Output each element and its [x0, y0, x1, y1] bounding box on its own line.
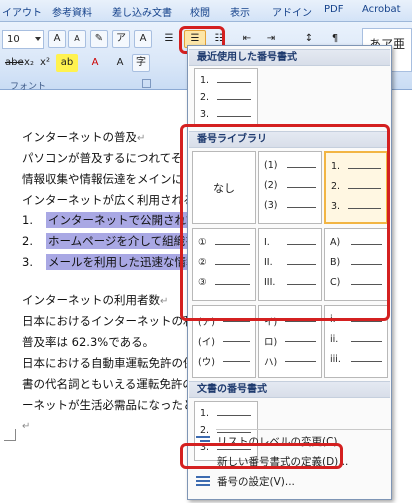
recent-format-cell[interactable]: 1. 2. 3. — [194, 68, 258, 126]
font-color-button[interactable]: A — [84, 54, 106, 72]
tab-pdf[interactable]: PDF — [324, 4, 343, 15]
doc-line: ↵ — [22, 421, 31, 432]
font-size-value: 10 — [7, 34, 20, 45]
shading-button[interactable]: A — [112, 54, 128, 72]
bullets-button[interactable]: ☰ — [160, 30, 178, 48]
strikethrough-icon: abe — [5, 57, 24, 68]
doc-line: 普及率は 62.3%である。 — [22, 335, 155, 349]
indent-icon: ⇥ — [266, 33, 276, 44]
tab-acrobat[interactable]: Acrobat — [362, 4, 401, 15]
border-a-icon: A — [139, 33, 147, 44]
doc-line: 書の代名詞ともいえる運転免許の — [22, 377, 194, 391]
font-size-select[interactable]: 10 — [2, 30, 44, 49]
doc-line: 情報収集や情報伝達をメインに — [22, 172, 183, 186]
list-number: 2. — [22, 234, 33, 248]
doc-line: インターネットが広く利用される — [22, 193, 195, 207]
clear-format-button[interactable]: ✎ — [90, 30, 108, 48]
char-border-button[interactable]: A — [134, 30, 152, 48]
ribbon-tab-bar: イアウト 参考資料 差し込み文書 校閲 表示 アドイン PDF Acrobat — [0, 0, 412, 22]
set-numbering-value-label: 番号の設定(V)... — [217, 476, 295, 488]
tab-view[interactable]: 表示 — [230, 4, 250, 19]
grow-font-icon: A — [53, 33, 61, 44]
sort-icon: ↕ — [304, 33, 314, 44]
list-number: 3. — [22, 255, 33, 269]
font-dialog-launcher[interactable] — [142, 79, 151, 88]
recent-formats-header: 最近使用した番号書式 — [189, 49, 390, 66]
char-shading-button[interactable]: 字 — [132, 54, 150, 72]
paragraph-mark-icon: ¶ — [331, 33, 339, 44]
font-color-icon: A — [91, 57, 99, 68]
outdent-icon: ⇤ — [242, 33, 252, 44]
tab-references[interactable]: 参考資料 — [52, 4, 92, 19]
shrink-font-icon: A — [74, 34, 80, 43]
doc-line: インターネットの利用者数↵ — [22, 293, 169, 307]
strikethrough-button[interactable]: abe — [4, 54, 24, 72]
phonetic-guide-button[interactable]: ア — [112, 30, 130, 48]
library-highlight-box — [180, 124, 390, 321]
grow-font-button[interactable]: A — [48, 30, 66, 48]
set-numbering-value-item[interactable]: 番号の設定(V)... — [189, 472, 390, 492]
define-format-highlight-box — [180, 443, 343, 469]
tab-mailings[interactable]: 差し込み文書 — [112, 4, 172, 19]
subscript-icon: x₂ — [24, 57, 34, 68]
enclosed-char-icon: 字 — [136, 57, 146, 68]
doc-line: 日本における自動車運転免許の保 — [22, 356, 195, 370]
doc-line: ーネットが生活必需品になったと — [22, 398, 195, 412]
page-corner-mark — [4, 429, 16, 441]
phonetic-icon: ア — [116, 33, 126, 44]
bullets-icon: ☰ — [164, 33, 174, 44]
doc-line: パソコンが普及するにつれてそ — [22, 151, 183, 165]
list-item: インターネットで公開されて — [46, 212, 200, 228]
tab-review[interactable]: 校閲 — [190, 4, 210, 19]
document-formats-header: 文書の番号書式 — [189, 381, 390, 398]
shading-icon: A — [116, 57, 124, 68]
superscript-icon: x² — [40, 57, 50, 68]
doc-line: インターネットの普及↵ — [22, 130, 146, 144]
list-item: メールを利用した迅速な情報 — [46, 254, 200, 270]
list-item: ホームページを介して組織を — [46, 233, 199, 249]
doc-line: 日本におけるインターネットの利 — [22, 314, 195, 328]
eraser-icon: ✎ — [94, 33, 104, 44]
highlighter-icon: ab — [60, 57, 74, 68]
superscript-button[interactable]: x² — [38, 54, 52, 72]
tab-layout[interactable]: イアウト — [2, 4, 42, 19]
highlight-button[interactable]: ab — [56, 54, 78, 72]
shrink-font-button[interactable]: A — [68, 30, 86, 48]
numbering-value-icon — [196, 476, 210, 488]
tab-addins[interactable]: アドイン — [272, 4, 312, 19]
chevron-down-icon — [35, 37, 41, 41]
subscript-button[interactable]: x₂ — [22, 54, 36, 72]
menu-separator — [216, 429, 391, 430]
list-number: 1. — [22, 213, 33, 227]
